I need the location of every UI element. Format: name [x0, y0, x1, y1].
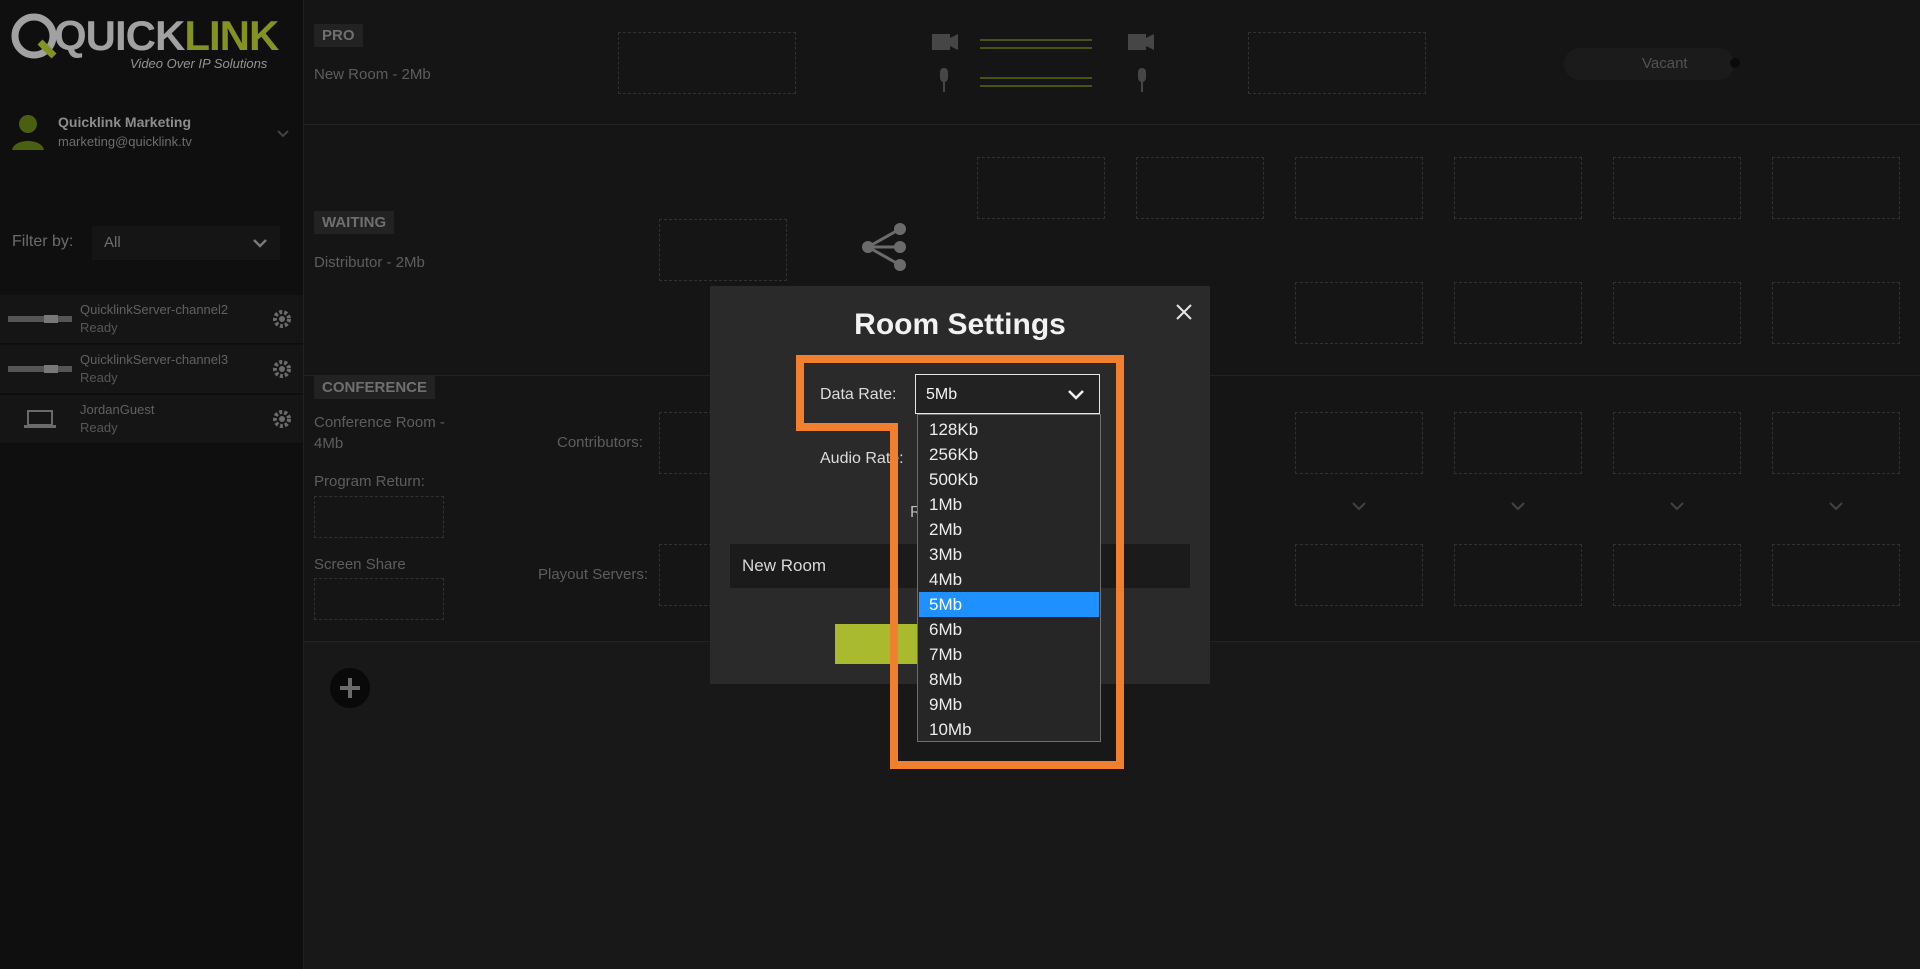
data-rate-select[interactable]: 5Mb [915, 374, 1100, 414]
data-rate-option[interactable]: 9Mb [919, 692, 1099, 717]
data-rate-option[interactable]: 4Mb [919, 567, 1099, 592]
data-rate-option[interactable]: 3Mb [919, 542, 1099, 567]
data-rate-option[interactable]: 7Mb [919, 642, 1099, 667]
data-rate-option[interactable]: 10Mb [919, 717, 1099, 742]
data-rate-dropdown: 128Kb 256Kb 500Kb 1Mb 2Mb 3Mb 4Mb 5Mb 6M… [917, 414, 1101, 742]
data-rate-option[interactable]: 500Kb [919, 467, 1099, 492]
data-rate-label: Data Rate: [820, 386, 897, 403]
data-rate-option[interactable]: 6Mb [919, 617, 1099, 642]
data-rate-option[interactable]: 1Mb [919, 492, 1099, 517]
data-rate-option-selected[interactable]: 5Mb [919, 592, 1099, 617]
data-rate-option[interactable]: 2Mb [919, 517, 1099, 542]
room-name-value: New Room [742, 556, 827, 575]
data-rate-value: 5Mb [926, 386, 958, 403]
close-icon[interactable] [1172, 300, 1196, 324]
data-rate-option[interactable]: 8Mb [919, 667, 1099, 692]
data-rate-option[interactable]: 128Kb [919, 417, 1099, 442]
data-rate-option[interactable]: 256Kb [919, 442, 1099, 467]
audio-rate-label: Audio Rate: [820, 450, 904, 467]
chevron-down-icon [1068, 390, 1084, 400]
modal-title: Room Settings [854, 308, 1066, 341]
